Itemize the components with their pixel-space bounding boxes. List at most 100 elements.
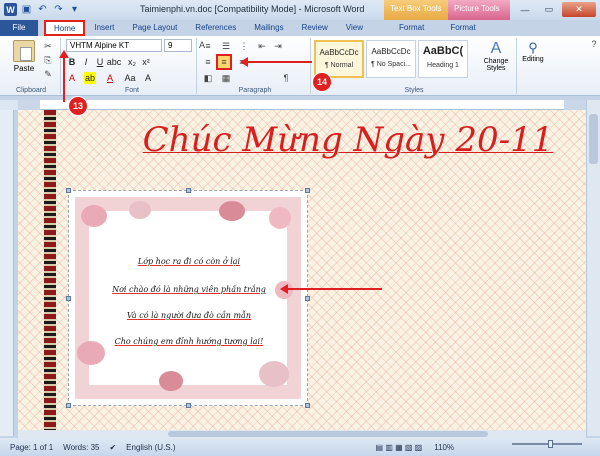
save-icon[interactable]: ▣ (20, 3, 33, 16)
cut-icon[interactable]: ✂ (42, 40, 54, 52)
divider (60, 38, 61, 94)
word-count[interactable]: Words: 35 (63, 443, 99, 452)
paste-label: Paste (13, 64, 35, 73)
show-marks-icon[interactable]: ¶ (280, 72, 292, 84)
resize-handle[interactable] (305, 296, 310, 301)
flower-decor (81, 205, 107, 227)
style-heading-1[interactable]: AaBbC( Heading 1 (418, 40, 468, 78)
align-left-icon[interactable]: ≡ (202, 56, 214, 68)
clear-formatting-icon[interactable]: A (142, 72, 154, 84)
minimize-icon[interactable]: — (514, 2, 536, 17)
vertical-scrollbar[interactable] (586, 100, 600, 436)
redo-icon[interactable]: ↷ (52, 3, 65, 16)
tab-view[interactable]: View (337, 20, 372, 36)
style-no-spacing[interactable]: AaBbCcDc ¶ No Spaci... (366, 40, 416, 78)
flower-decor (129, 201, 151, 219)
vertical-ruler[interactable] (0, 110, 14, 436)
resize-handle[interactable] (66, 188, 71, 193)
annotation-arrow (288, 288, 382, 290)
text-effects-icon[interactable]: A (66, 72, 78, 84)
multilevel-list-icon[interactable]: ⋮ (238, 40, 250, 52)
paragraph-group-label: Paragraph (238, 87, 272, 94)
change-case-icon[interactable]: Aa (124, 72, 136, 84)
title-bar: W ▣ ↶ ↷ ▾ Taimienphi.vn.doc [Compatibili… (0, 0, 600, 20)
editing-button[interactable]: ⚲ Editing (518, 40, 548, 63)
shading-icon[interactable]: ◧ (202, 72, 214, 84)
customize-dropdown-icon[interactable]: ▾ (68, 3, 81, 16)
tab-review[interactable]: Review (293, 20, 337, 36)
poem-line[interactable]: Và có là người đưa đò cần mẫn (99, 311, 279, 320)
resize-handle[interactable] (305, 188, 310, 193)
undo-icon[interactable]: ↶ (36, 3, 49, 16)
copy-icon[interactable]: ⎘ (42, 54, 54, 66)
strikethrough-button[interactable]: abc (107, 56, 122, 68)
resize-handle[interactable] (66, 296, 71, 301)
highlight-icon[interactable]: ab (84, 72, 96, 84)
page-count[interactable]: Page: 1 of 1 (10, 443, 53, 452)
resize-handle[interactable] (186, 403, 191, 408)
document-page[interactable]: Chúc Mừng Ngày 20-11 Lớp học ra đi có cò… (18, 110, 586, 430)
resize-handle[interactable] (305, 403, 310, 408)
document-heading[interactable]: Chúc Mừng Ngày 20-11 (128, 120, 568, 160)
help-icon[interactable]: ? (588, 38, 600, 50)
format-painter-icon[interactable]: ✎ (42, 68, 54, 80)
picture-tools-context: Picture Tools (448, 0, 510, 20)
flower-decor (269, 207, 291, 229)
close-icon[interactable]: ✕ (562, 2, 596, 17)
superscript-button[interactable]: x² (140, 56, 152, 68)
tab-home[interactable]: Home (44, 20, 86, 36)
horizontal-scrollbar[interactable] (18, 430, 586, 438)
quick-access-toolbar: W ▣ ↶ ↷ ▾ (4, 3, 81, 16)
zoom-knob[interactable] (548, 440, 553, 448)
tab-format-textbox[interactable]: Format (390, 20, 433, 36)
arrow-head-left (280, 284, 288, 294)
flower-decor (219, 201, 245, 221)
poem-line[interactable]: Nơi chào đó là những viên phấn trắng (99, 285, 279, 294)
step-callout-14: 14 (312, 72, 332, 92)
font-size-field[interactable]: 9 (164, 39, 192, 52)
divider (196, 38, 197, 94)
poem-line[interactable]: Lớp học ra đi có còn ở lại (99, 257, 279, 266)
tab-mailings[interactable]: Mailings (245, 20, 292, 36)
divider (516, 38, 517, 94)
resize-handle[interactable] (66, 403, 71, 408)
font-color-icon[interactable]: A (104, 72, 116, 84)
paste-button[interactable]: Paste (8, 40, 40, 73)
step-callout-13: 13 (68, 96, 88, 116)
tab-insert[interactable]: Insert (85, 20, 123, 36)
language-indicator[interactable]: English (U.S.) (126, 443, 175, 452)
borders-icon[interactable]: ▦ (220, 72, 232, 84)
resize-handle[interactable] (186, 188, 191, 193)
font-group-label: Font (124, 87, 139, 94)
maximize-icon[interactable]: ▭ (538, 2, 560, 17)
tab-references[interactable]: References (186, 20, 245, 36)
tab-page-layout[interactable]: Page Layout (123, 20, 186, 36)
ruler-selector[interactable] (0, 100, 18, 110)
proofing-icon[interactable]: ✔ (109, 443, 116, 452)
ribbon: Paste ✂ ⎘ ✎ Clipboard VHTM Alpine KT 9 A… (0, 36, 600, 96)
font-name-field[interactable]: VHTM Alpine KT (66, 39, 162, 52)
italic-button[interactable]: I (80, 56, 92, 68)
poem-line[interactable]: Cho chúng em đỉnh hướng tương lai! (99, 337, 279, 346)
binoculars-icon: ⚲ (528, 40, 538, 55)
change-styles-button[interactable]: A Change Styles (478, 40, 514, 72)
subscript-button[interactable]: x₂ (126, 56, 138, 68)
zoom-level[interactable]: 110% (434, 443, 454, 452)
zoom-slider[interactable] (512, 440, 582, 448)
decrease-indent-icon[interactable]: ⇤ (256, 40, 268, 52)
numbering-icon[interactable]: ☰ (220, 40, 232, 52)
increase-indent-icon[interactable]: ⇥ (272, 40, 284, 52)
tab-format-picture[interactable]: Format (441, 20, 484, 36)
ruler-margin-right (564, 100, 586, 110)
horizontal-ruler[interactable] (18, 100, 586, 110)
bullets-icon[interactable]: ≡ (202, 40, 214, 52)
editing-label: Editing (522, 56, 544, 63)
tab-file[interactable]: File (0, 20, 38, 36)
underline-button[interactable]: U (94, 56, 106, 68)
picture-text-box[interactable]: Lớp học ra đi có còn ở lại Nơi chào đó l… (66, 188, 310, 408)
scroll-thumb[interactable] (168, 431, 488, 437)
window-controls: — ▭ ✕ (514, 2, 596, 17)
align-center-icon[interactable]: ≡ (216, 54, 232, 70)
scroll-thumb[interactable] (589, 114, 598, 164)
view-buttons[interactable]: ▤ ▥ ▦ ▧ ▨ (376, 443, 423, 452)
